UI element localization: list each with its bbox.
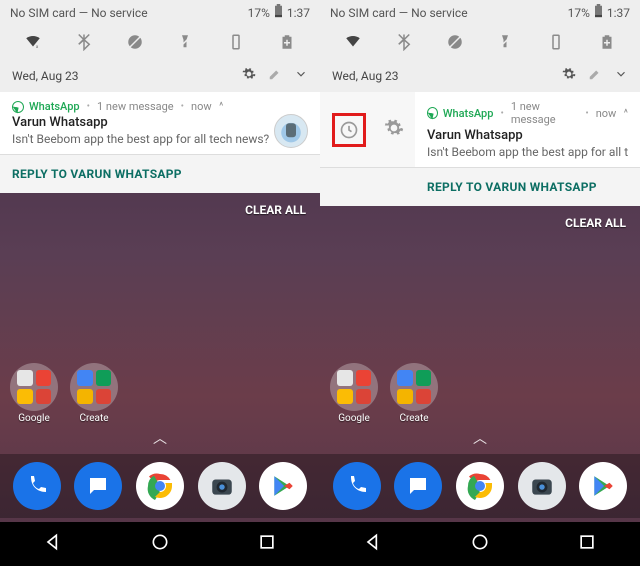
notification-card[interactable]: WhatsApp • 1 new message • now ^ Varun W… — [415, 92, 640, 168]
status-time: 1:37 — [607, 6, 630, 20]
messages-app-icon[interactable] — [74, 462, 122, 510]
phone-app-icon[interactable] — [333, 462, 381, 510]
chrome-app-icon[interactable] — [456, 462, 504, 510]
date-label: Wed, Aug 23 — [332, 69, 399, 83]
home-area: Google Create ︿ — [320, 240, 640, 566]
notification-title: Varun Whatsapp — [427, 128, 628, 143]
play-store-icon[interactable] — [579, 462, 627, 510]
date-label: Wed, Aug 23 — [12, 69, 79, 83]
folder-label: Google — [338, 413, 370, 424]
camera-app-icon[interactable] — [198, 462, 246, 510]
folder-label: Create — [79, 413, 108, 424]
gear-icon[interactable] — [384, 118, 404, 142]
battery-saver-icon[interactable] — [278, 33, 296, 55]
notification-meta-count: 1 new message — [97, 100, 174, 113]
reply-button[interactable]: REPLY TO VARUN WHATSAPP — [0, 155, 320, 193]
folder-create[interactable]: Create — [390, 363, 438, 424]
app-drawer-handle[interactable]: ︿ — [473, 428, 487, 448]
bluetooth-icon[interactable] — [395, 33, 413, 55]
whatsapp-icon — [427, 107, 438, 119]
dock — [320, 454, 640, 518]
home-button[interactable] — [150, 532, 170, 556]
battery-percent: 17% — [568, 6, 590, 20]
phone-app-icon[interactable] — [13, 462, 61, 510]
status-bar: No SIM card — No service 17% 1:37 — [320, 0, 640, 23]
status-sim: No SIM card — No service — [10, 6, 148, 20]
folder-label: Create — [399, 413, 428, 424]
folder-google[interactable]: Google — [10, 363, 58, 424]
chevron-down-icon[interactable] — [294, 67, 308, 84]
notification-card-wrap: WhatsApp • 1 new message • now ^ Varun W… — [320, 92, 640, 168]
recents-button[interactable] — [257, 532, 277, 556]
notification-meta-time: now — [596, 107, 617, 120]
whatsapp-icon — [12, 101, 24, 113]
battery-icon — [274, 4, 283, 21]
phone-left: No SIM card — No service 17% 1:37 x Wed,… — [0, 0, 320, 566]
quick-settings-row: x — [0, 23, 320, 61]
dnd-icon[interactable] — [446, 33, 464, 55]
dock — [0, 454, 320, 518]
dnd-icon[interactable] — [126, 33, 144, 55]
notification-swipe-actions — [320, 92, 415, 168]
home-area: Google Create ︿ — [0, 227, 320, 566]
date-row: Wed, Aug 23 — [320, 61, 640, 92]
back-button[interactable] — [363, 532, 383, 556]
edit-icon[interactable] — [268, 67, 282, 84]
edit-icon[interactable] — [588, 67, 602, 84]
camera-app-icon[interactable] — [518, 462, 566, 510]
notification-card[interactable]: WhatsApp • 1 new message • now ^ Varun W… — [0, 92, 320, 155]
notification-title: Varun Whatsapp — [12, 115, 308, 130]
notification-shade: No SIM card — No service 17% 1:37 x Wed,… — [0, 0, 320, 92]
wifi-icon[interactable]: x — [24, 33, 42, 55]
notification-meta-time: now — [191, 100, 212, 113]
navigation-bar — [0, 522, 320, 566]
play-store-icon[interactable] — [259, 462, 307, 510]
back-button[interactable] — [43, 532, 63, 556]
reply-button[interactable]: REPLY TO VARUN WHATSAPP — [320, 168, 640, 206]
folder-create[interactable]: Create — [70, 363, 118, 424]
battery-percent: 17% — [248, 6, 270, 20]
quick-settings-row — [320, 23, 640, 61]
chevron-up-icon[interactable]: ^ — [217, 101, 224, 112]
messages-app-icon[interactable] — [394, 462, 442, 510]
recents-button[interactable] — [577, 532, 597, 556]
notification-app: WhatsApp — [29, 100, 80, 113]
flashlight-icon[interactable] — [496, 33, 514, 55]
chrome-app-icon[interactable] — [136, 462, 184, 510]
flashlight-icon[interactable] — [176, 33, 194, 55]
notification-card-wrap: WhatsApp • 1 new message • now ^ Varun W… — [0, 92, 320, 155]
status-sim: No SIM card — No service — [330, 6, 468, 20]
folder-google[interactable]: Google — [330, 363, 378, 424]
avatar — [274, 114, 308, 148]
battery-saver-icon[interactable] — [598, 33, 616, 55]
folder-label: Google — [18, 413, 50, 424]
bluetooth-icon[interactable] — [75, 33, 93, 55]
notification-app: WhatsApp — [443, 107, 494, 120]
wifi-icon[interactable] — [344, 33, 362, 55]
status-bar: No SIM card — No service 17% 1:37 — [0, 0, 320, 23]
clear-all-button[interactable]: CLEAR ALL — [320, 206, 640, 240]
rotation-icon[interactable] — [547, 33, 565, 55]
phone-right: No SIM card — No service 17% 1:37 Wed, A… — [320, 0, 640, 566]
rotation-icon[interactable] — [227, 33, 245, 55]
notification-text: Isn't Beebom app the best app for all te… — [427, 145, 628, 159]
battery-icon — [594, 4, 603, 21]
home-button[interactable] — [470, 532, 490, 556]
notification-shade: No SIM card — No service 17% 1:37 Wed, A… — [320, 0, 640, 92]
chevron-up-icon[interactable]: ^ — [621, 108, 628, 119]
app-drawer-handle[interactable]: ︿ — [153, 428, 167, 448]
chevron-down-icon[interactable] — [614, 67, 628, 84]
date-row: Wed, Aug 23 — [0, 61, 320, 92]
gear-icon[interactable] — [242, 67, 256, 84]
snooze-icon[interactable] — [332, 113, 366, 147]
notification-meta-count: 1 new message — [511, 100, 579, 126]
clear-all-button[interactable]: CLEAR ALL — [0, 193, 320, 227]
notification-text: Isn't Beebom app the best app for all te… — [12, 132, 308, 146]
navigation-bar — [320, 522, 640, 566]
status-time: 1:37 — [287, 6, 310, 20]
gear-icon[interactable] — [562, 67, 576, 84]
